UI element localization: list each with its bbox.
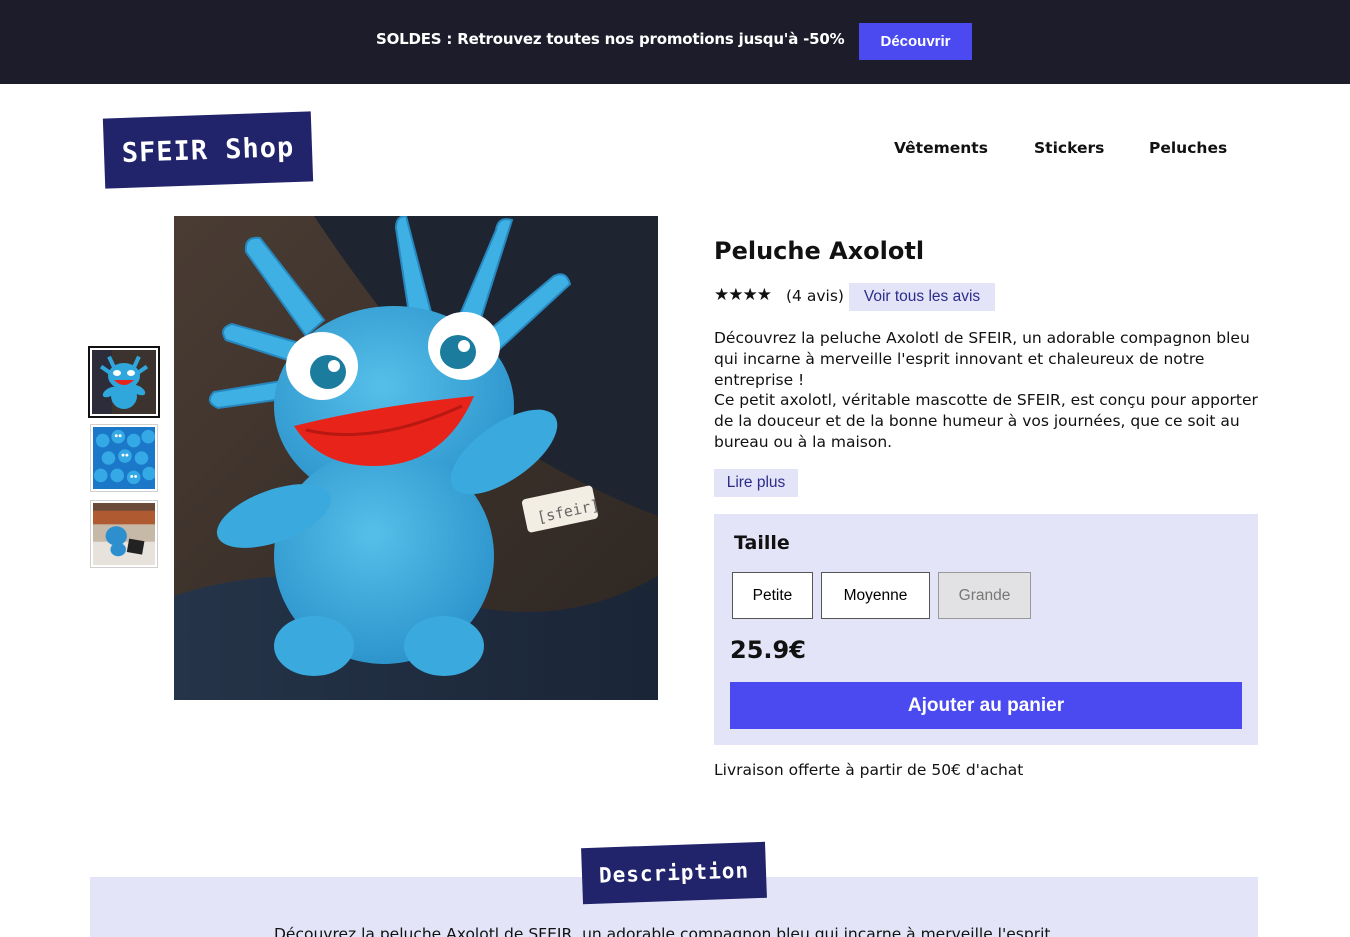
site-logo[interactable]: SFEIR Shop [102, 111, 314, 189]
gallery-thumbnail[interactable] [90, 424, 158, 492]
discover-button[interactable]: Découvrir [859, 23, 972, 60]
logo-text: SFEIR Shop [121, 131, 295, 169]
promo-banner: SOLDES : Retrouvez toutes nos promotions… [0, 0, 1350, 84]
nav-item-stickers[interactable]: Stickers [1034, 139, 1104, 157]
description-section-text: Découvrez la peluche Axolotl de SFEIR, u… [274, 925, 1051, 937]
size-label: Taille [734, 532, 790, 554]
nav-item-peluches[interactable]: Peluches [1149, 139, 1227, 157]
description-heading-text: Description [598, 858, 750, 888]
size-option-grande[interactable]: Grande [938, 572, 1031, 619]
rating-stars-icon: ★★★★ [714, 285, 772, 305]
axolotl-plush-photo-thumb [92, 350, 156, 414]
gallery-thumbnail[interactable] [88, 346, 160, 418]
product-price: 25.9€ [730, 636, 806, 664]
size-option-petite[interactable]: Petite [732, 572, 813, 619]
size-option-moyenne[interactable]: Moyenne [821, 572, 930, 619]
read-more-button[interactable]: Lire plus [714, 469, 798, 497]
description-heading: Description [581, 841, 767, 905]
axolotl-plush-pile-photo-thumb [93, 427, 155, 489]
promo-text: SOLDES : Retrouvez toutes nos promotions… [376, 30, 845, 48]
product-description-p2: Ce petit axolotl, véritable mascotte de … [714, 391, 1258, 451]
product-description-p1: Découvrez la peluche Axolotl de SFEIR, u… [714, 329, 1250, 389]
nav-item-vetements[interactable]: Vêtements [894, 139, 988, 157]
review-count: (4 avis) [786, 287, 844, 305]
gallery-thumbnail[interactable] [90, 500, 158, 568]
axolotl-plush-photo: [sfeir] [174, 216, 658, 700]
add-to-cart-button[interactable]: Ajouter au panier [730, 682, 1242, 729]
product-main-image: [sfeir] [174, 216, 658, 700]
see-all-reviews-button[interactable]: Voir tous les avis [849, 283, 995, 311]
axolotl-plush-desk-photo-thumb [93, 503, 155, 565]
product-title: Peluche Axolotl [714, 237, 925, 265]
shipping-note: Livraison offerte à partir de 50€ d'acha… [714, 761, 1024, 779]
product-description: Découvrez la peluche Axolotl de SFEIR, u… [714, 328, 1259, 453]
